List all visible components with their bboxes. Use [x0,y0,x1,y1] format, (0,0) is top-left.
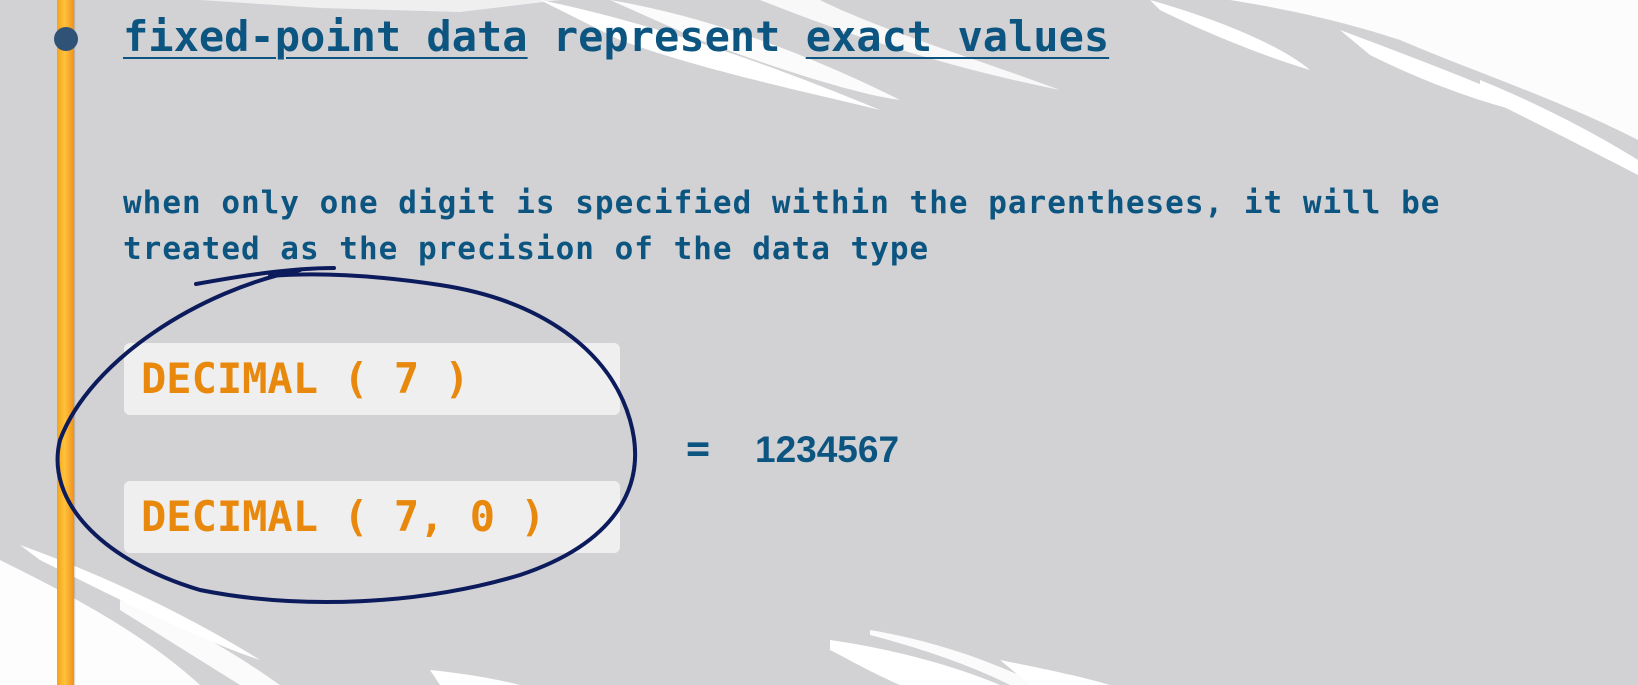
equals-sign: = [686,426,711,472]
code-example-decimal-short: DECIMAL ( 7 ) [124,343,620,415]
headline-term-fixed-point-data: fixed-point data [123,12,528,61]
headline-term-exact-values: exact values [805,12,1110,61]
precision-note-line-2: treated as the precision of the data typ… [123,231,930,267]
bullet-dot [54,27,78,51]
accent-bar [57,0,74,685]
headline-connector: represent [527,12,806,61]
slide: fixed-point data represent exact values … [0,0,1638,685]
example-value: 1234567 [755,429,900,470]
precision-note: when only one digit is specified within … [123,180,1623,272]
precision-note-line-1: when only one digit is specified within … [123,185,1441,221]
code-example-decimal-full: DECIMAL ( 7, 0 ) [124,481,620,553]
slide-headline: fixed-point data represent exact values [123,12,1109,61]
